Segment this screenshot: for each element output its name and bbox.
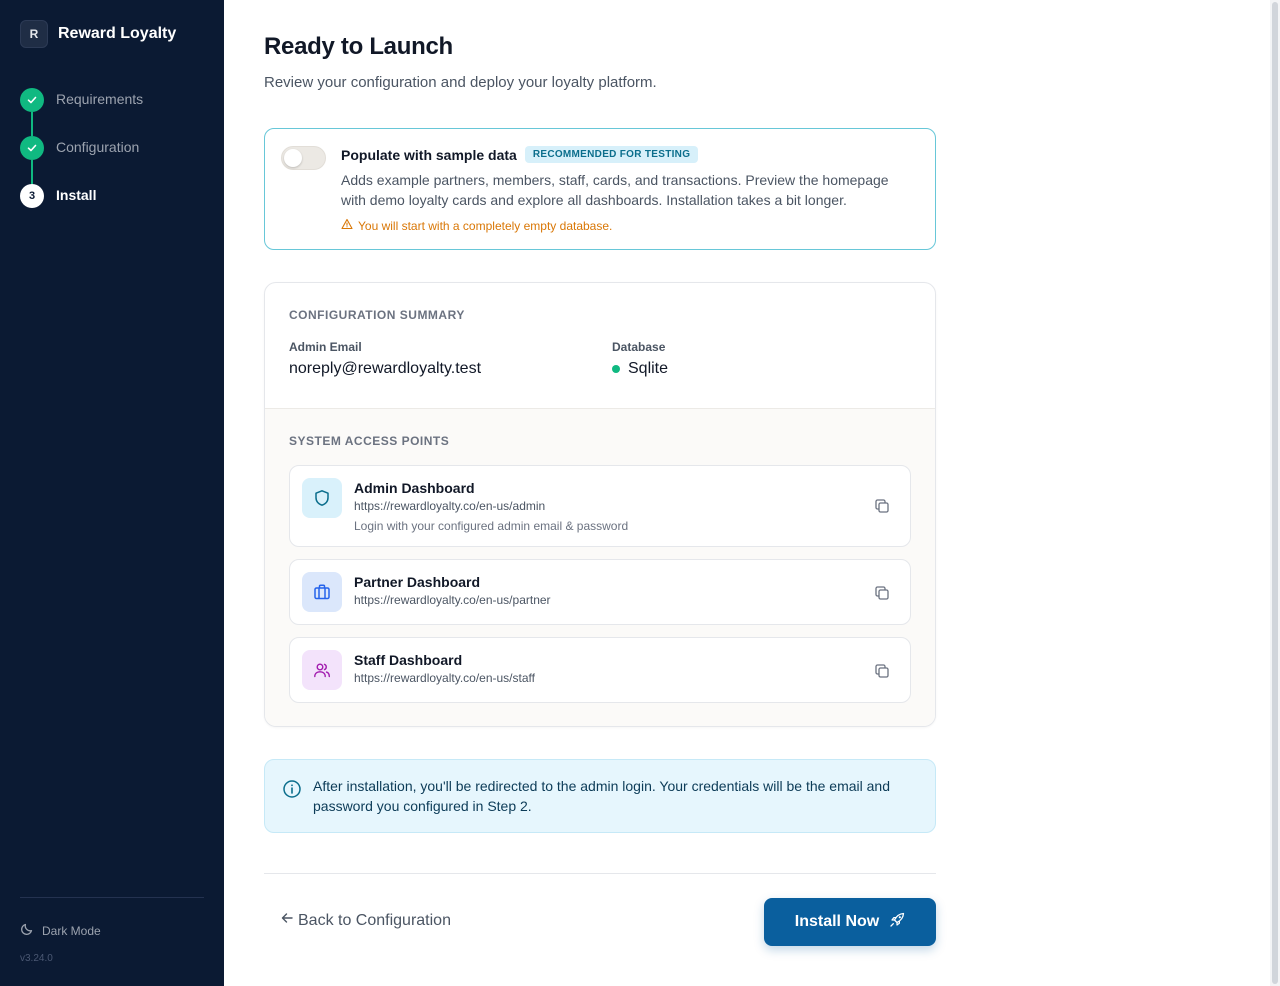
admin-email-value: noreply@rewardloyalty.test bbox=[289, 360, 482, 377]
info-icon bbox=[282, 779, 302, 804]
access-url: https://rewardloyalty.co/en-us/staff bbox=[354, 671, 535, 685]
access-url: https://rewardloyalty.co/en-us/admin bbox=[354, 499, 546, 513]
brand-name: Reward Loyalty bbox=[58, 25, 177, 42]
info-notice: After installation, you'll be redirected… bbox=[264, 759, 936, 833]
sample-data-header: Populate with sample data RECOMMENDED FO… bbox=[341, 146, 699, 163]
version-label: v3.24.0 bbox=[20, 953, 53, 964]
info-text: After installation, you'll be redirected… bbox=[313, 778, 891, 814]
copy-icon[interactable] bbox=[872, 583, 892, 603]
step-list: Requirements Configuration 3 Install bbox=[20, 88, 143, 232]
access-item-partner: Partner Dashboard https://rewardloyalty.… bbox=[289, 559, 911, 625]
check-icon bbox=[20, 136, 44, 160]
dark-mode-toggle[interactable]: Dark Mode bbox=[20, 922, 101, 939]
system-access-points: SYSTEM ACCESS POINTS Admin Dashboard htt… bbox=[265, 408, 935, 726]
admin-email-label: Admin Email bbox=[289, 340, 362, 354]
database-field: Database Sqlite bbox=[612, 340, 668, 378]
brand[interactable]: R Reward Loyalty bbox=[20, 20, 176, 48]
access-item-staff: Staff Dashboard https://rewardloyalty.co… bbox=[289, 637, 911, 703]
sidebar-divider bbox=[20, 897, 204, 898]
sample-data-toggle[interactable] bbox=[281, 146, 326, 170]
step-label: Configuration bbox=[56, 139, 140, 155]
page-scrollbar[interactable] bbox=[1270, 0, 1280, 986]
brand-logo: R bbox=[20, 20, 48, 48]
back-label: Back to Configuration bbox=[298, 911, 451, 929]
step-label: Requirements bbox=[56, 91, 144, 107]
step-install[interactable]: 3 Install bbox=[20, 184, 143, 232]
copy-icon[interactable] bbox=[872, 661, 892, 681]
configuration-summary-title: CONFIGURATION SUMMARY bbox=[289, 308, 465, 322]
sample-data-description: Adds example partners, members, staff, c… bbox=[341, 172, 889, 208]
warning-text: You will start with a completely empty d… bbox=[358, 218, 613, 233]
step-connector bbox=[31, 112, 33, 136]
scrollbar-thumb[interactable] bbox=[1272, 2, 1278, 984]
admin-email-field: Admin Email noreply@rewardloyalty.test bbox=[289, 340, 481, 378]
dark-mode-label: Dark Mode bbox=[42, 923, 101, 938]
configuration-summary: CONFIGURATION SUMMARY Admin Email norepl… bbox=[265, 283, 935, 408]
access-url: https://rewardloyalty.co/en-us/partner bbox=[354, 593, 551, 607]
access-title: Staff Dashboard bbox=[354, 652, 463, 668]
empty-db-warning: You will start with a completely empty d… bbox=[341, 218, 612, 233]
access-title: Partner Dashboard bbox=[354, 574, 481, 590]
arrow-left-icon bbox=[280, 911, 294, 930]
install-now-button[interactable]: Install Now bbox=[764, 898, 936, 946]
copy-icon[interactable] bbox=[872, 496, 892, 516]
warning-icon bbox=[341, 218, 353, 233]
moon-icon bbox=[20, 922, 34, 939]
back-button[interactable]: Back to Configuration bbox=[280, 911, 451, 930]
access-item-admin: Admin Dashboard https://rewardloyalty.co… bbox=[289, 465, 911, 547]
page-subtitle: Review your configuration and deploy you… bbox=[264, 74, 657, 91]
briefcase-icon bbox=[302, 572, 342, 612]
status-dot-icon bbox=[612, 365, 620, 373]
step-configuration[interactable]: Configuration bbox=[20, 136, 143, 184]
step-requirements[interactable]: Requirements bbox=[20, 88, 143, 136]
sidebar: R Reward Loyalty Requirements Configurat… bbox=[0, 0, 224, 986]
access-title: Admin Dashboard bbox=[354, 480, 475, 496]
step-label: Install bbox=[56, 187, 97, 203]
configuration-summary-card: CONFIGURATION SUMMARY Admin Email norepl… bbox=[264, 282, 936, 727]
sample-data-card: Populate with sample data RECOMMENDED FO… bbox=[264, 128, 936, 250]
database-value: Sqlite bbox=[612, 360, 668, 378]
access-points-title: SYSTEM ACCESS POINTS bbox=[289, 434, 450, 448]
step-number: 3 bbox=[20, 184, 44, 208]
page-title: Ready to Launch bbox=[264, 33, 453, 60]
access-note: Login with your configured admin email &… bbox=[354, 519, 629, 533]
footer-divider bbox=[264, 873, 936, 874]
check-icon bbox=[20, 88, 44, 112]
install-label: Install Now bbox=[794, 913, 880, 930]
rocket-icon bbox=[889, 912, 905, 933]
shield-icon bbox=[302, 478, 342, 518]
toggle-knob bbox=[284, 149, 302, 167]
database-name: Sqlite bbox=[628, 360, 669, 377]
users-icon bbox=[302, 650, 342, 690]
sample-data-title: Populate with sample data bbox=[341, 146, 517, 163]
step-connector bbox=[31, 160, 33, 184]
database-label: Database bbox=[612, 340, 666, 354]
recommended-badge: RECOMMENDED FOR TESTING bbox=[524, 146, 699, 163]
